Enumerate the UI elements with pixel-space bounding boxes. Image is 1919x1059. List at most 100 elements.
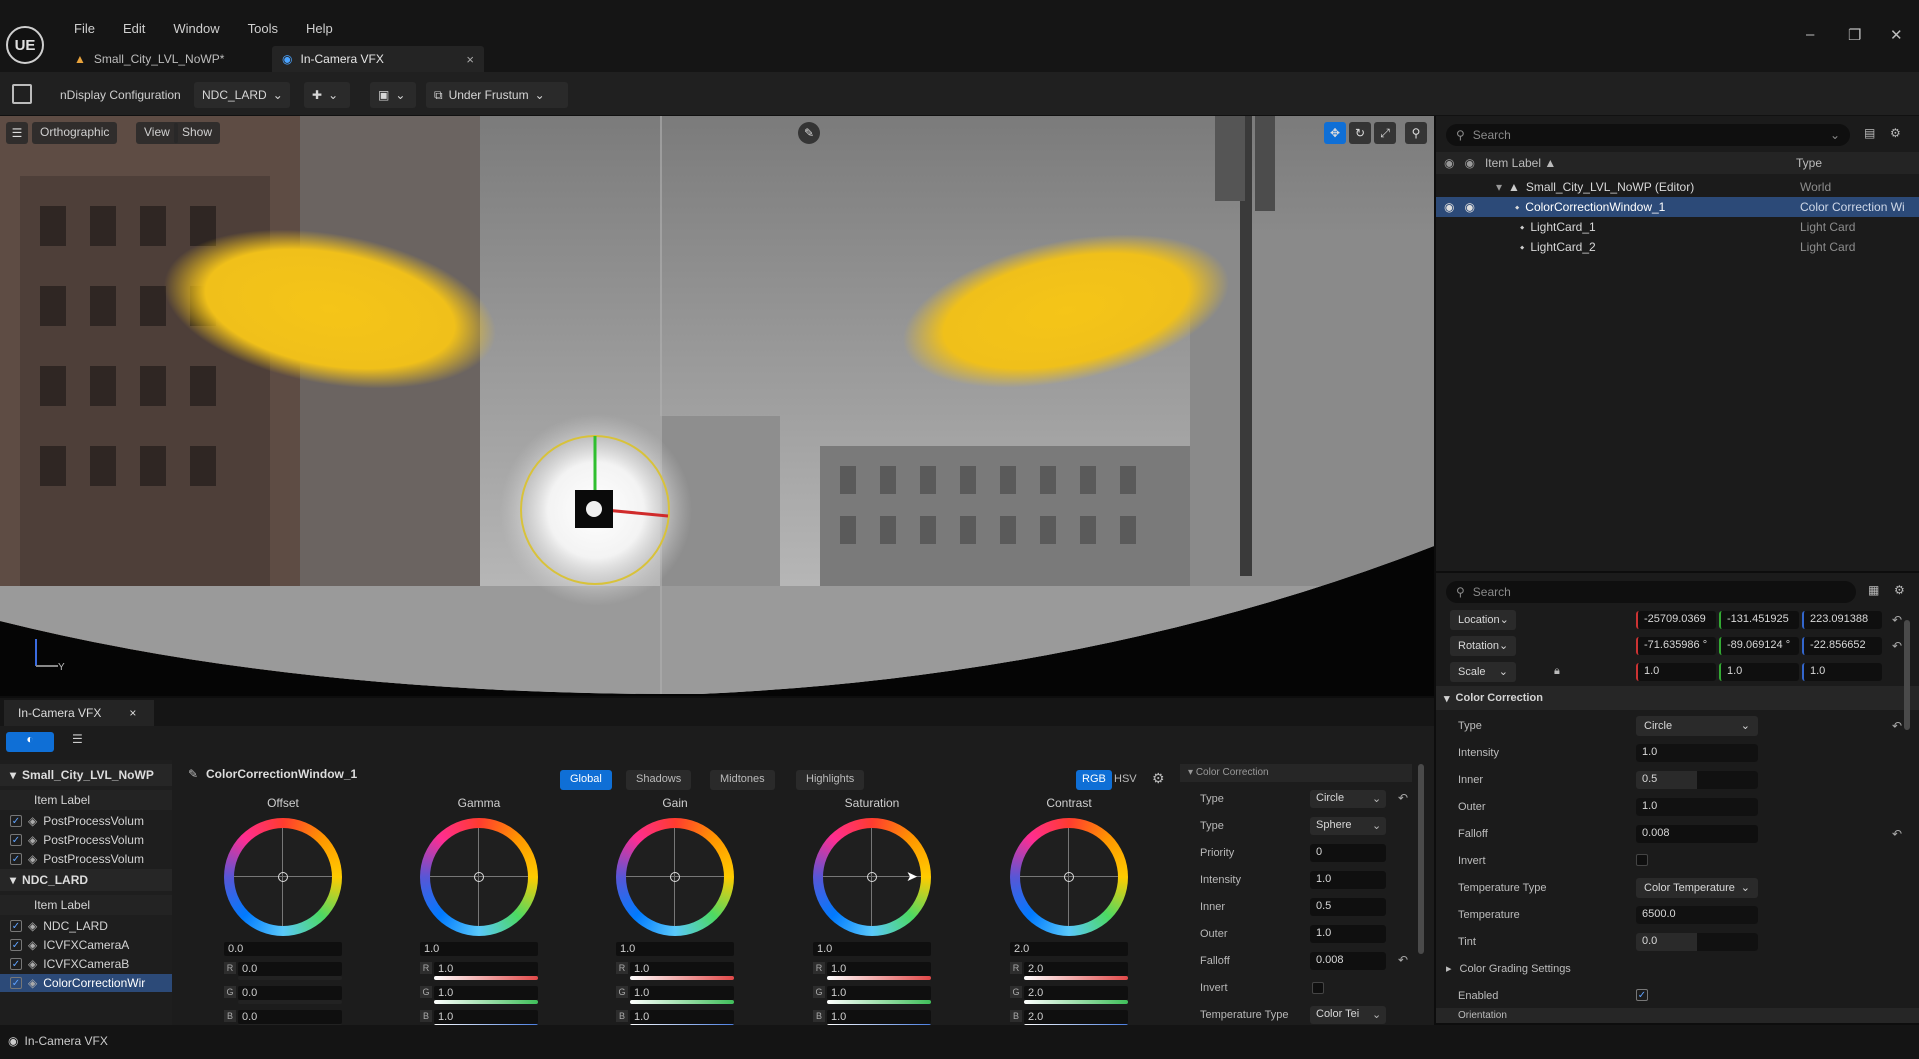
folder-icon[interactable]: ▤ xyxy=(1864,126,1875,140)
color-wheel-gamma[interactable] xyxy=(420,818,538,936)
location-z[interactable]: 223.091388 xyxy=(1802,610,1882,629)
close-icon[interactable]: × xyxy=(466,52,474,67)
pen-icon[interactable]: ✎ xyxy=(798,122,820,144)
outliner-row-selected[interactable]: ◉ ◉ ⬩ ColorCorrectionWindow_1 Color Corr… xyxy=(1436,197,1919,217)
reset-icon[interactable]: ↶ xyxy=(1892,613,1902,627)
details-search[interactable]: ⚲ Search xyxy=(1446,581,1856,603)
detail-prop-slider[interactable]: 1.0 xyxy=(1636,743,1758,762)
wheel-handle[interactable] xyxy=(867,872,877,882)
tab-icvfx[interactable]: ◉ In-Camera VFX × xyxy=(272,46,484,72)
location-x[interactable]: -25709.0369 xyxy=(1636,610,1716,629)
detail-prop-slider[interactable]: 6500.0 xyxy=(1636,905,1758,924)
menu-file[interactable]: File xyxy=(60,18,109,40)
lock-icon[interactable]: 🔒︎ xyxy=(1554,665,1560,678)
details-scrollbar[interactable] xyxy=(1904,620,1910,730)
visibility-icon[interactable]: ◉ xyxy=(1464,200,1474,214)
wheel-main-slider[interactable]: 1.0 xyxy=(420,942,538,956)
channel-g-slider[interactable]: 1.0 xyxy=(630,986,734,1000)
channel-g-slider[interactable]: 1.0 xyxy=(827,986,931,1000)
list-item-checkbox[interactable]: ✓ xyxy=(10,815,22,827)
outliner-row[interactable]: ⬩ LightCard_1 Light Card xyxy=(1436,217,1919,237)
list-item[interactable]: ✓ ◈ ICVFXCameraA xyxy=(0,936,172,954)
detail-prop-checkbox[interactable] xyxy=(1636,854,1648,866)
tab-midtones[interactable]: Midtones xyxy=(710,770,775,790)
col-type[interactable]: Type xyxy=(1796,156,1822,170)
gear-icon[interactable]: ⚙ xyxy=(1890,126,1901,140)
rotation-z[interactable]: -22.856652 xyxy=(1802,636,1882,655)
channel-b-slider[interactable]: 0.0 xyxy=(238,1010,342,1024)
channel-r-slider[interactable]: 2.0 xyxy=(1024,962,1128,976)
wheel-handle[interactable] xyxy=(474,872,484,882)
lightcard-mode-icon[interactable]: ◐ xyxy=(6,732,54,752)
list-item-checkbox[interactable]: ✓ xyxy=(10,958,22,970)
hsv-toggle[interactable]: HSV xyxy=(1108,770,1143,790)
list-item-checkbox[interactable]: ✓ xyxy=(10,834,22,846)
detail-prop-slider[interactable]: 1.0 xyxy=(1636,797,1758,816)
section-orientation[interactable]: Orientation xyxy=(1436,1008,1919,1023)
reset-icon[interactable]: ↶ xyxy=(1892,639,1902,653)
status-icvfx[interactable]: ◉ In-Camera VFX xyxy=(8,1034,108,1048)
camera-settings-icon[interactable]: ⚲ xyxy=(1405,122,1427,144)
wheel-main-slider[interactable]: 0.0 xyxy=(224,942,342,956)
section-color-correction[interactable]: ▾ Color Correction xyxy=(1436,686,1919,710)
list-item[interactable]: ✓ ◈ ICVFXCameraB xyxy=(0,955,172,973)
channel-b-slider[interactable]: 1.0 xyxy=(827,1010,931,1024)
ndisplay-config-dropdown[interactable]: NDC_LARD ⌄ xyxy=(194,82,290,108)
export-button[interactable]: ▣ ⌄ xyxy=(370,82,416,108)
detail-prop-slider[interactable]: 0.5 xyxy=(1636,770,1758,789)
list-item[interactable]: ✓ ◈ ColorCorrectionWir xyxy=(0,974,172,992)
detail-prop-dropdown[interactable]: Color Temperature ⌄ xyxy=(1636,877,1758,898)
list-item[interactable]: ✓ ◈ PostProcessVolum xyxy=(0,812,172,830)
cc-prop-checkbox[interactable] xyxy=(1312,982,1324,994)
outliner-row[interactable]: ⬩ LightCard_2 Light Card xyxy=(1436,237,1919,257)
settings-sliders-icon[interactable]: ☰ xyxy=(72,732,83,746)
tab-icvfx-panel[interactable]: In-Camera VFX × xyxy=(4,700,154,726)
cc-props-section[interactable]: ▾ Color Correction xyxy=(1180,764,1412,782)
detail-prop-dropdown[interactable]: Circle ⌄ xyxy=(1636,715,1758,736)
unreal-logo-icon[interactable]: UE xyxy=(6,26,44,64)
channel-r-slider[interactable]: 0.0 xyxy=(238,962,342,976)
rotation-y[interactable]: -89.069124 ° xyxy=(1719,636,1799,655)
menu-edit[interactable]: Edit xyxy=(109,18,159,40)
section-color-grading-settings[interactable]: ▸ Color Grading Settings xyxy=(1436,955,1919,982)
tab-shadows[interactable]: Shadows xyxy=(626,770,692,790)
list-item-checkbox[interactable]: ✓ xyxy=(10,939,22,951)
reset-icon[interactable]: ↶ xyxy=(1892,719,1902,733)
wheel-handle[interactable] xyxy=(278,872,288,882)
channel-g-slider[interactable]: 0.0 xyxy=(238,986,342,1000)
outliner-row[interactable]: ▾ ▲ Small_City_LVL_NoWP (Editor) World xyxy=(1436,177,1919,197)
gear-icon[interactable]: ⚙ xyxy=(1894,583,1905,597)
reset-icon[interactable]: ↶ xyxy=(1398,791,1408,805)
detail-prop-slider[interactable]: 0.0 xyxy=(1636,932,1758,951)
visibility-icon[interactable]: ◉ xyxy=(1444,156,1454,170)
scale-y[interactable]: 1.0 xyxy=(1719,662,1799,681)
location-y[interactable]: -131.451925 xyxy=(1719,610,1799,629)
rotation-dropdown[interactable]: Rotation ⌄ xyxy=(1450,635,1516,656)
cc-prop-field[interactable]: 0.008 xyxy=(1310,952,1386,970)
list-item[interactable]: ✓ ◈ PostProcessVolum xyxy=(0,850,172,868)
close-window-icon[interactable]: ✕ xyxy=(1890,26,1903,44)
show-button[interactable]: Show xyxy=(174,122,221,144)
channel-r-slider[interactable]: 1.0 xyxy=(630,962,734,976)
list-item-checkbox[interactable]: ✓ xyxy=(10,920,22,932)
color-wheel-offset[interactable] xyxy=(224,818,342,936)
color-wheel-gain[interactable] xyxy=(616,818,734,936)
view-button[interactable]: View xyxy=(136,122,178,144)
rotate-icon[interactable]: ↻ xyxy=(1349,122,1371,144)
visibility-icon[interactable]: ◉ xyxy=(1444,200,1454,214)
list-group-header[interactable]: ▾ Small_City_LVL_NoWP xyxy=(0,764,172,786)
rotation-x[interactable]: -71.635986 ° xyxy=(1636,636,1716,655)
wheel-main-slider[interactable]: 1.0 xyxy=(813,942,931,956)
list-item-checkbox[interactable]: ✓ xyxy=(10,977,22,989)
add-lightcard-button[interactable]: ✚ ⌄ xyxy=(304,82,350,108)
channel-b-slider[interactable]: 1.0 xyxy=(630,1010,734,1024)
detail-prop-field[interactable]: 0.008 xyxy=(1636,824,1758,843)
menu-tools[interactable]: Tools xyxy=(234,18,292,40)
tab-level[interactable]: ▲ Small_City_LVL_NoWP* xyxy=(64,46,274,72)
menu-window[interactable]: Window xyxy=(159,18,233,40)
list-group-header[interactable]: ▾ NDC_LARD xyxy=(0,869,172,891)
list-item[interactable]: ✓ ◈ PostProcessVolum xyxy=(0,831,172,849)
reset-icon[interactable]: ↶ xyxy=(1398,953,1408,967)
outliner-search[interactable]: ⚲ Search ⌄ xyxy=(1446,124,1850,146)
channel-g-slider[interactable]: 1.0 xyxy=(434,986,538,1000)
